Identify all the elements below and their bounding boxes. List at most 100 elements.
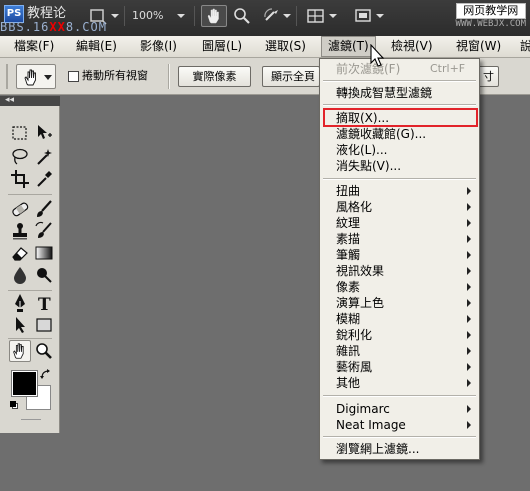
- divider: [168, 64, 170, 89]
- divider: [8, 194, 52, 195]
- move-tool-icon[interactable]: [33, 122, 55, 144]
- screen-mode-dropdown-icon[interactable]: [375, 5, 385, 27]
- submenu-artistic[interactable]: 藝術風: [336, 359, 372, 375]
- submenu-arrow-icon: [467, 235, 471, 243]
- submenu-sharpen[interactable]: 銳利化: [336, 327, 372, 343]
- rotate-view-icon[interactable]: [262, 5, 282, 27]
- menu-separator: [323, 436, 476, 438]
- dodge-icon[interactable]: [33, 264, 55, 286]
- menu-item-vanishing-point[interactable]: 消失點(V)...: [336, 158, 401, 174]
- menu-edit[interactable]: 編輯(E): [70, 36, 123, 57]
- history-brush-icon[interactable]: [33, 220, 55, 242]
- submenu-other[interactable]: 其他: [336, 375, 360, 391]
- submenu-blur[interactable]: 模糊: [336, 311, 360, 327]
- menu-item-filter-gallery[interactable]: 濾鏡收藏館(G)...: [336, 126, 426, 142]
- rotate-dropdown-icon[interactable]: [282, 5, 292, 27]
- menu-separator: [323, 80, 476, 82]
- submenu-arrow-icon: [467, 251, 471, 259]
- default-colors-icon[interactable]: [10, 401, 18, 409]
- menu-item-last-filter[interactable]: 前次濾鏡(F): [336, 61, 400, 77]
- divider: [194, 6, 195, 26]
- menu-item-liquify[interactable]: 液化(L)...: [336, 142, 388, 158]
- submenu-arrow-icon: [467, 405, 471, 413]
- watermark-url-xx: XX: [49, 20, 66, 34]
- menu-separator: [323, 104, 476, 106]
- menu-image[interactable]: 影像(I): [134, 36, 183, 57]
- submenu-arrow-icon: [467, 421, 471, 429]
- menu-window[interactable]: 視窗(W): [450, 36, 507, 57]
- type-tool-icon[interactable]: T: [33, 292, 55, 314]
- menu-layer[interactable]: 圖層(L): [196, 36, 248, 57]
- submenu-noise[interactable]: 雜訊: [336, 343, 360, 359]
- submenu-video[interactable]: 視訊效果: [336, 263, 384, 279]
- rectangle-shape-icon[interactable]: [33, 314, 55, 336]
- hand-icon: [24, 69, 36, 86]
- path-selection-icon[interactable]: [9, 314, 31, 336]
- menu-file[interactable]: 檔案(F): [8, 36, 60, 57]
- submenu-arrow-icon: [467, 219, 471, 227]
- screen-mode-icon[interactable]: [352, 5, 374, 27]
- watermark-url-part: BBS.16: [0, 20, 50, 34]
- swap-colors-icon[interactable]: [40, 368, 52, 383]
- menu-filter[interactable]: 濾鏡(T): [321, 36, 376, 57]
- foreground-color-swatch[interactable]: [11, 370, 38, 397]
- submenu-texture[interactable]: 紋理: [336, 215, 360, 231]
- eraser-icon[interactable]: [9, 242, 31, 264]
- clone-stamp-icon[interactable]: [9, 220, 31, 242]
- submenu-arrow-icon: [467, 347, 471, 355]
- pen-icon[interactable]: [9, 292, 31, 314]
- tool-preset-picker[interactable]: [16, 64, 56, 89]
- eyedropper-icon[interactable]: [33, 168, 55, 190]
- menu-separator: [323, 395, 476, 397]
- lasso-icon[interactable]: [9, 146, 31, 168]
- submenu-neat-image[interactable]: Neat Image: [336, 417, 406, 433]
- zoom-tool-icon[interactable]: [33, 340, 55, 362]
- mouse-cursor-icon: [370, 43, 386, 73]
- chevron-down-icon[interactable]: [44, 75, 52, 80]
- extract-highlight-box: [323, 108, 478, 127]
- hand-tool-icon[interactable]: [9, 340, 31, 362]
- hand-tool-icon[interactable]: [201, 5, 227, 27]
- zoom-tool-icon[interactable]: [232, 5, 252, 27]
- rectangular-marquee-icon[interactable]: [9, 122, 31, 144]
- blur-icon[interactable]: [9, 264, 31, 286]
- submenu-render[interactable]: 演算上色: [336, 295, 384, 311]
- grip: [6, 64, 8, 89]
- fit-screen-button[interactable]: 顯示全頁: [262, 66, 320, 87]
- submenu-arrow-icon: [467, 331, 471, 339]
- actual-pixels-button[interactable]: 實際像素: [178, 66, 251, 87]
- zoom-level[interactable]: 100%: [132, 5, 163, 27]
- submenu-distort[interactable]: 扭曲: [336, 183, 360, 199]
- submenu-arrow-icon: [467, 203, 471, 211]
- submenu-arrow-icon: [467, 379, 471, 387]
- crop-icon[interactable]: [9, 168, 31, 190]
- application-bar: PS 教程论 100% 网页教学网 WWW.WEBJX.COM BBS.16XX…: [0, 0, 530, 36]
- gradient-icon[interactable]: [33, 242, 55, 264]
- menu-view[interactable]: 檢視(V): [385, 36, 439, 57]
- submenu-brush-strokes[interactable]: 筆觸: [336, 247, 360, 263]
- submenu-arrow-icon: [467, 187, 471, 195]
- submenu-pixelate[interactable]: 像素: [336, 279, 360, 295]
- menu-item-browse-filters-online[interactable]: 瀏覽網上濾鏡...: [336, 441, 419, 457]
- healing-brush-icon[interactable]: [9, 198, 31, 220]
- tools-panel-header[interactable]: ◂◂: [0, 94, 60, 106]
- arrange-dropdown-icon[interactable]: [110, 5, 120, 27]
- watermark-site-url: WWW.WEBJX.COM: [455, 19, 526, 29]
- submenu-sketch[interactable]: 素描: [336, 231, 360, 247]
- filter-menu-dropdown: 前次濾鏡(F) Ctrl+F 轉換成智慧型濾鏡 摘取(X)... 濾鏡收藏館(G…: [319, 58, 480, 460]
- submenu-arrow-icon: [467, 363, 471, 371]
- menu-select[interactable]: 選取(S): [259, 36, 312, 57]
- menu-help[interactable]: 說: [514, 36, 530, 57]
- menu-item-convert-smart-filters[interactable]: 轉換成智慧型濾鏡: [336, 85, 432, 101]
- arrange-documents-icon[interactable]: [305, 5, 327, 27]
- submenu-stylize[interactable]: 風格化: [336, 199, 372, 215]
- magic-wand-icon[interactable]: [33, 146, 55, 168]
- zoom-dropdown-icon[interactable]: [176, 5, 186, 27]
- submenu-digimarc[interactable]: Digimarc: [336, 401, 390, 417]
- menu-separator: [323, 178, 476, 180]
- scroll-all-windows-label: 捲動所有視窗: [82, 69, 148, 82]
- arrange-dropdown-icon-2[interactable]: [328, 5, 338, 27]
- scroll-all-windows-checkbox[interactable]: [68, 71, 79, 82]
- brush-icon[interactable]: [33, 198, 55, 220]
- collapse-icon[interactable]: ◂◂: [5, 94, 14, 106]
